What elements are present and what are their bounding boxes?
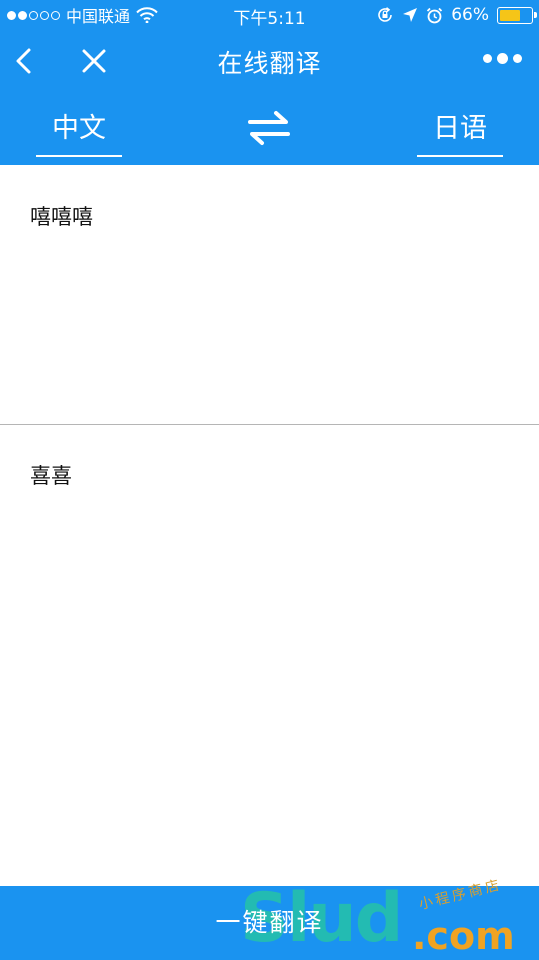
translation-output: 喜喜 bbox=[0, 426, 539, 886]
source-text-input[interactable]: 嘻嘻嘻 bbox=[0, 165, 539, 425]
translated-text: 喜喜 bbox=[30, 464, 72, 488]
location-icon bbox=[403, 8, 418, 22]
battery-icon bbox=[497, 6, 537, 24]
battery-fill bbox=[500, 9, 520, 21]
translator-app: 中国联通 下午5:11 66% 在线翻译 中文 日语 嘻嘻嘻 喜喜 一键翻译 S… bbox=[0, 0, 539, 960]
swap-arrows-icon[interactable] bbox=[247, 110, 291, 146]
status-right: 66% bbox=[376, 4, 537, 26]
translate-button-label: 一键翻译 bbox=[215, 908, 324, 937]
page-title: 在线翻译 bbox=[217, 49, 322, 78]
source-text: 嘻嘻嘻 bbox=[30, 205, 93, 229]
language-bar: 中文 日语 bbox=[0, 92, 539, 165]
more-dots-icon[interactable] bbox=[483, 53, 522, 64]
translate-button[interactable]: 一键翻译 bbox=[0, 886, 539, 960]
header: 中国联通 下午5:11 66% 在线翻译 中文 日语 bbox=[0, 0, 539, 165]
rotation-lock-icon bbox=[378, 7, 393, 22]
alarm-icon bbox=[427, 7, 443, 23]
status-bar: 中国联通 下午5:11 66% bbox=[0, 0, 539, 30]
battery-percent: 66% bbox=[451, 5, 489, 25]
target-language-selector[interactable]: 日语 bbox=[417, 106, 503, 157]
nav-bar: 在线翻译 bbox=[0, 30, 539, 92]
source-language-selector[interactable]: 中文 bbox=[36, 106, 122, 157]
